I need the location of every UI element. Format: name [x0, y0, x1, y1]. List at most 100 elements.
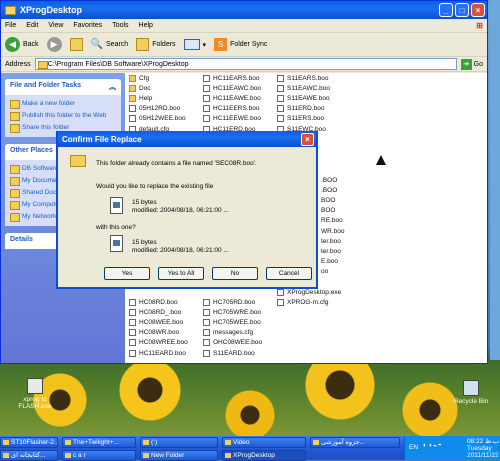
file-item[interactable]: ter.boo	[321, 246, 344, 256]
folder-sync-button[interactable]: S Folder Sync	[214, 38, 267, 51]
file-name: S11EAWC.boo	[287, 84, 330, 92]
file-item[interactable]: Cfg	[129, 73, 188, 83]
window-titlebar[interactable]: XProgDesktop _ □ ×	[1, 1, 487, 19]
cancel-button[interactable]: Cancel	[266, 267, 312, 280]
file-item[interactable]: HC11EARD.boo	[129, 348, 188, 358]
go-button[interactable]: ➔ Go	[460, 58, 483, 70]
file-item[interactable]: HC705WEE.boo	[203, 318, 262, 328]
file-item[interactable]: HC11EARS.boo	[203, 73, 262, 83]
dialog-close-button[interactable]: ×	[301, 132, 314, 146]
taskbar-button[interactable]: (:)	[140, 437, 218, 448]
yes-button[interactable]: Yes	[104, 267, 150, 280]
no-button[interactable]: No	[212, 267, 258, 280]
file-item[interactable]: S11ERD.boo	[277, 104, 341, 114]
existing-file-modified: modified: 2004/08/18, 06:21:00 ...	[132, 207, 229, 214]
clock-time[interactable]: 08:22 ب.ظ	[467, 437, 499, 445]
file-item[interactable]: ter.boo	[321, 236, 344, 246]
folders-icon	[136, 38, 150, 51]
taskbar-button[interactable]: جزوه آموزشی...	[310, 437, 400, 448]
file-item[interactable]: HC08RD_.boo	[129, 307, 188, 317]
file-item[interactable]: S11EARD.boo	[203, 348, 262, 358]
file-icon	[203, 329, 210, 337]
file-item[interactable]: OHC08WEE.boo	[203, 338, 262, 348]
file-item[interactable]: S11ERS.boo	[277, 114, 341, 124]
dialog-titlebar[interactable]: Confirm File Replace ×	[58, 131, 316, 147]
file-item[interactable]: Doc	[129, 83, 188, 93]
file-item[interactable]: 05H12RD.boo	[129, 104, 188, 114]
file-name: messages.cfg	[213, 329, 254, 337]
taskbar-button[interactable]: ST10Flasher-2...	[0, 437, 58, 448]
file-folder-tasks-header[interactable]: File and Folder Tasks ︽	[5, 79, 121, 95]
menu-file[interactable]: File	[5, 22, 16, 29]
file-item[interactable]: HC08WREE.boo	[129, 338, 188, 348]
file-icon	[203, 298, 210, 306]
file-name: S11EARD.boo	[213, 349, 255, 357]
file-item[interactable]: .BOO	[321, 185, 344, 195]
file-item[interactable]: .BOO	[321, 175, 344, 185]
menu-view[interactable]: View	[48, 22, 63, 29]
minimize-button[interactable]: _	[439, 3, 453, 17]
file-item[interactable]: oo	[321, 267, 344, 277]
menu-help[interactable]: Help	[139, 22, 153, 29]
file-icon	[129, 349, 136, 357]
taskbar-button[interactable]: c a r	[62, 450, 136, 461]
taskbar-button[interactable]: The+Twilight+...	[62, 437, 136, 448]
file-icon	[129, 115, 136, 123]
file-item[interactable]: HC11EAWC.boo	[203, 83, 262, 93]
search-button[interactable]: 🔍 Search	[91, 39, 129, 50]
up-button[interactable]	[69, 38, 83, 51]
file-item[interactable]: HC11EERS.boo	[203, 104, 262, 114]
folders-button[interactable]: Folders	[136, 38, 176, 51]
search-label: Search	[106, 41, 129, 48]
file-item[interactable]: RE.boo	[321, 216, 344, 226]
file-name: HC08RD_.boo	[139, 308, 182, 316]
task-make-new-folder[interactable]: Make a new folder	[10, 98, 116, 110]
address-input[interactable]: C:\Program Files\DB Software\XProgDeskto…	[34, 58, 457, 70]
menu-bar: File Edit View Favorites Tools Help ⊞	[1, 19, 487, 33]
file-item[interactable]: BOO	[321, 195, 344, 205]
file-item[interactable]: HC08RD.boo	[129, 297, 188, 307]
views-button[interactable]: ▾	[183, 39, 206, 50]
search-icon: 🔍	[90, 39, 104, 50]
file-item[interactable]: S11EAWC.boo	[277, 83, 341, 93]
file-item[interactable]: HC08WEE.boo	[129, 318, 188, 328]
taskbar-button[interactable]: کتابخانه ای...	[0, 450, 58, 461]
taskbar-button[interactable]: Video	[222, 437, 306, 448]
file-item[interactable]: HC08WR.boo	[129, 328, 188, 338]
confirm-file-replace-dialog[interactable]: Confirm File Replace × This folder alrea…	[56, 131, 318, 289]
language-indicator[interactable]: EN	[409, 444, 418, 451]
desktop-icon-recycle-bin[interactable]: Recycle Bin	[450, 380, 492, 405]
file-item[interactable]: S11EAWE.boo	[277, 93, 341, 103]
menu-edit[interactable]: Edit	[26, 22, 38, 29]
file-item[interactable]: 05H12WEE.boo	[129, 114, 188, 124]
menu-tools[interactable]: Tools	[112, 22, 128, 29]
file-item[interactable]: Help	[129, 93, 188, 103]
back-button[interactable]: ◀ Back	[5, 37, 39, 52]
menu-favorites[interactable]: Favorites	[73, 22, 102, 29]
folder-icon	[129, 84, 136, 92]
file-icon	[203, 105, 210, 113]
file-item[interactable]: WR.boo	[321, 226, 344, 236]
taskbar-button[interactable]: XProgDesktop	[222, 450, 306, 461]
file-item[interactable]: S11EARS.boo	[277, 73, 341, 83]
file-icon	[277, 115, 284, 123]
file-item[interactable]: HC705WRE.boo	[203, 307, 262, 317]
file-item[interactable]: HC11EAWE.boo	[203, 93, 262, 103]
taskbar-button[interactable]: New Folder	[140, 450, 218, 461]
forward-button[interactable]: ▶	[46, 37, 62, 52]
folders-label: Folders	[152, 41, 176, 48]
file-icon	[203, 319, 210, 327]
desktop-icon-label: xprog to FLASH.exe	[18, 396, 52, 410]
file-item[interactable]: HC11EEWE.boo	[203, 114, 262, 124]
file-item[interactable]: HC705RD.boo	[203, 297, 262, 307]
desktop-icon-xprog-flash[interactable]: xprog to FLASH.exe	[14, 378, 56, 410]
task-publish-folder[interactable]: Publish this folder to the Web	[10, 110, 116, 122]
file-item[interactable]: messages.cfg	[203, 328, 262, 338]
windows-logo-icon: ⊞	[476, 21, 483, 30]
file-item[interactable]: BOO	[321, 206, 344, 216]
file-item[interactable]: E.boo	[321, 257, 344, 267]
close-button[interactable]: ×	[471, 3, 485, 17]
file-item[interactable]: XPROG-m.cfg	[277, 297, 341, 307]
yes-to-all-button[interactable]: Yes to All	[158, 267, 204, 280]
maximize-button[interactable]: □	[455, 3, 469, 17]
